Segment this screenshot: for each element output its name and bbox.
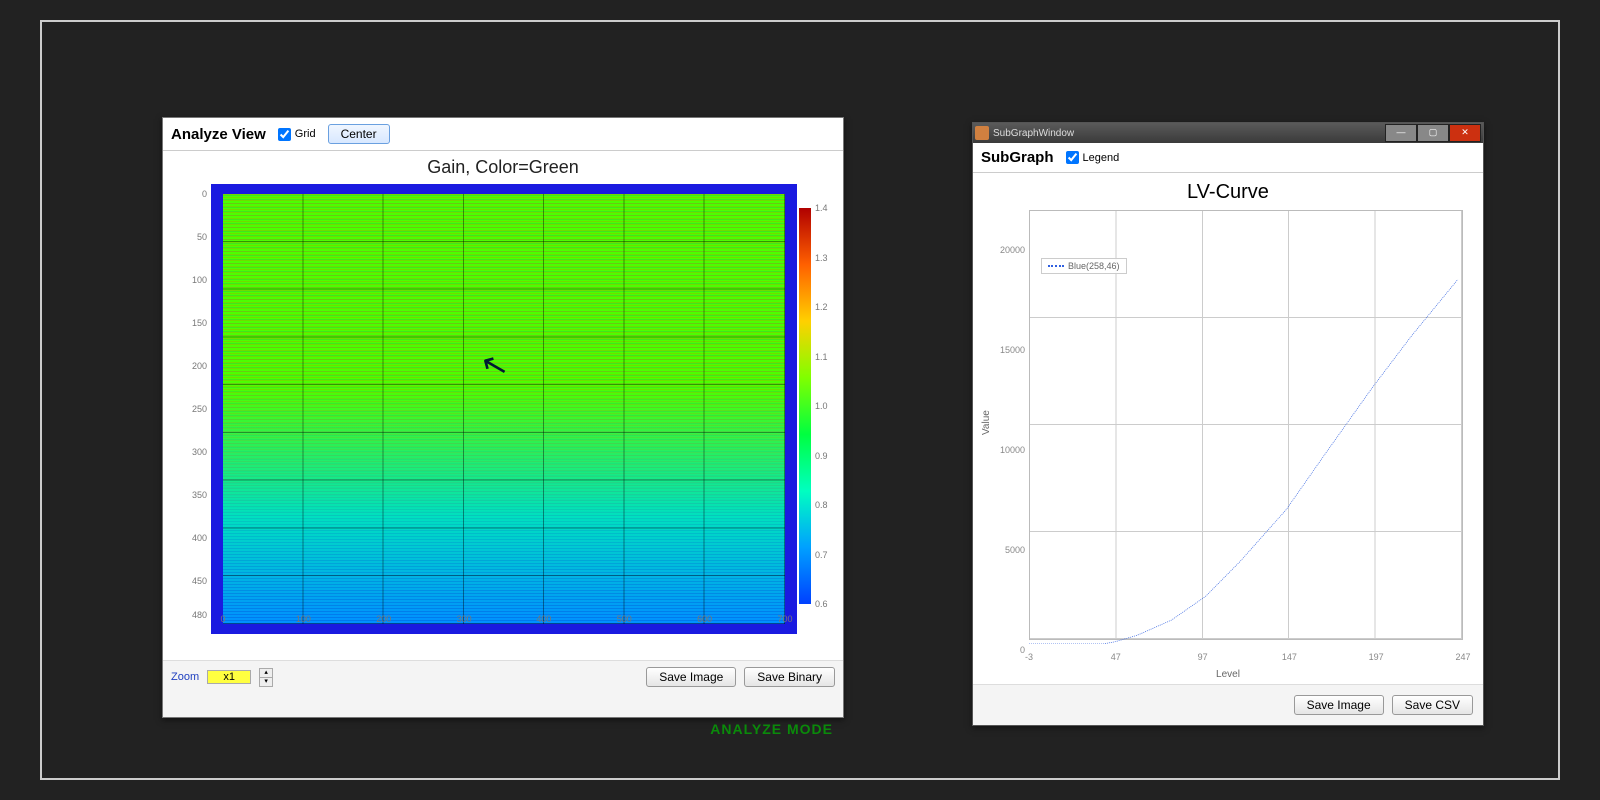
lv-title: LV-Curve: [981, 181, 1475, 204]
analyze-statusbar: Zoom x1 ▴ ▾ Save Image Save Binary: [163, 660, 843, 693]
subgraph-window: SubGraphWindow — ▢ ✕ SubGraph Legend LV-…: [972, 122, 1484, 726]
legend-checkbox-label: Legend: [1083, 152, 1120, 164]
heatmap-x-axis: 0 100 200 300 400 500 600 700: [223, 614, 785, 630]
analyze-toolbar: Analyze View Grid Center: [163, 118, 843, 151]
lv-legend-text: Blue(258,46): [1068, 261, 1120, 271]
subgraph-title: SubGraph: [981, 149, 1054, 166]
zoom-value: x1: [207, 670, 251, 684]
analyze-title: Analyze View: [171, 126, 266, 143]
center-button[interactable]: Center: [328, 124, 390, 144]
subgraph-titlebar[interactable]: SubGraphWindow — ▢ ✕: [973, 123, 1483, 143]
lv-y-axis: 0 5000 10000 15000 20000: [989, 250, 1027, 650]
subgraph-save-image-button[interactable]: Save Image: [1294, 695, 1384, 715]
maximize-button[interactable]: ▢: [1417, 124, 1449, 142]
app-icon: [975, 126, 989, 140]
legend-checkbox-input[interactable]: [1066, 151, 1079, 164]
heatmap-chart: Gain, Color=Green 0 50 100 150 200 250 3…: [163, 151, 843, 660]
lv-legend: Blue(258,46): [1041, 258, 1127, 274]
legend-swatch-icon: [1048, 265, 1064, 267]
zoom-stepper[interactable]: ▴ ▾: [259, 668, 273, 687]
lv-xlabel: Level: [1216, 669, 1240, 680]
grid-checkbox-label: Grid: [295, 128, 316, 140]
lv-series-line: [1029, 210, 1463, 644]
lv-plot-area[interactable]: [1029, 210, 1463, 640]
grid-checkbox[interactable]: Grid: [278, 128, 316, 141]
minimize-button[interactable]: —: [1385, 124, 1417, 142]
legend-checkbox[interactable]: Legend: [1066, 151, 1120, 164]
subgraph-titlebar-text: SubGraphWindow: [993, 128, 1074, 139]
analyze-window: Analyze View Grid Center Gain, Color=Gre…: [162, 117, 844, 718]
zoom-label: Zoom: [171, 671, 199, 683]
lv-x-axis: -3 47 97 147 197 247: [1029, 652, 1463, 666]
heatmap-title: Gain, Color=Green: [167, 155, 839, 184]
zoom-up-icon[interactable]: ▴: [260, 669, 272, 678]
save-image-button[interactable]: Save Image: [646, 667, 736, 687]
heatmap-y-axis: 0 50 100 150 200 250 300 350 400 450 480: [167, 194, 211, 624]
subgraph-footer: Save Image Save CSV: [973, 684, 1483, 725]
outer-frame: Analyze View Grid Center Gain, Color=Gre…: [40, 20, 1560, 780]
subgraph-save-csv-button[interactable]: Save CSV: [1392, 695, 1473, 715]
close-button[interactable]: ✕: [1449, 124, 1481, 142]
zoom-down-icon[interactable]: ▾: [260, 678, 272, 686]
subgraph-toolbar: SubGraph Legend: [973, 143, 1483, 173]
analyze-mode-label: ANALYZE MODE: [710, 721, 833, 737]
save-binary-button[interactable]: Save Binary: [744, 667, 835, 687]
colorbar: 1.4 1.3 1.2 1.1 1.0 0.9 0.8 0.7 0.6: [799, 208, 833, 604]
heatmap-plot-area[interactable]: ↖: [211, 184, 797, 634]
heatmap-grid-overlay: [223, 194, 785, 624]
grid-checkbox-input[interactable]: [278, 128, 291, 141]
lv-chart: LV-Curve Value 0 5000 10000 15000 20000: [973, 173, 1483, 684]
